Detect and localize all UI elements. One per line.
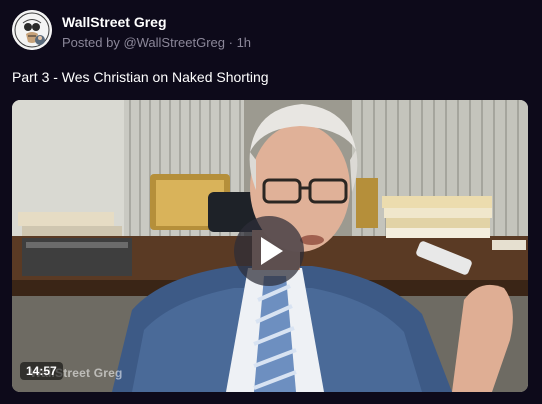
- author-name[interactable]: WallStreet Greg: [62, 14, 167, 30]
- meta-separator: ·: [225, 35, 237, 50]
- post-time: 1h: [236, 35, 252, 50]
- author-handle[interactable]: @WallStreetGreg: [123, 35, 225, 50]
- video-player[interactable]: WallStreet Greg 14:57: [12, 100, 528, 392]
- post-header: WallStreet Greg Posted by @WallStreetGre…: [12, 10, 532, 54]
- play-button[interactable]: [234, 216, 304, 286]
- post-meta: Posted by @WallStreetGreg · 1h: [62, 35, 251, 50]
- video-duration-badge: 14:57: [20, 362, 63, 380]
- author-avatar[interactable]: [12, 10, 52, 50]
- play-icon: [261, 237, 283, 265]
- posted-by-label: Posted by: [62, 35, 124, 50]
- post-title[interactable]: Part 3 - Wes Christian on Naked Shorting: [12, 69, 269, 85]
- logo-avatar-icon: [12, 10, 52, 50]
